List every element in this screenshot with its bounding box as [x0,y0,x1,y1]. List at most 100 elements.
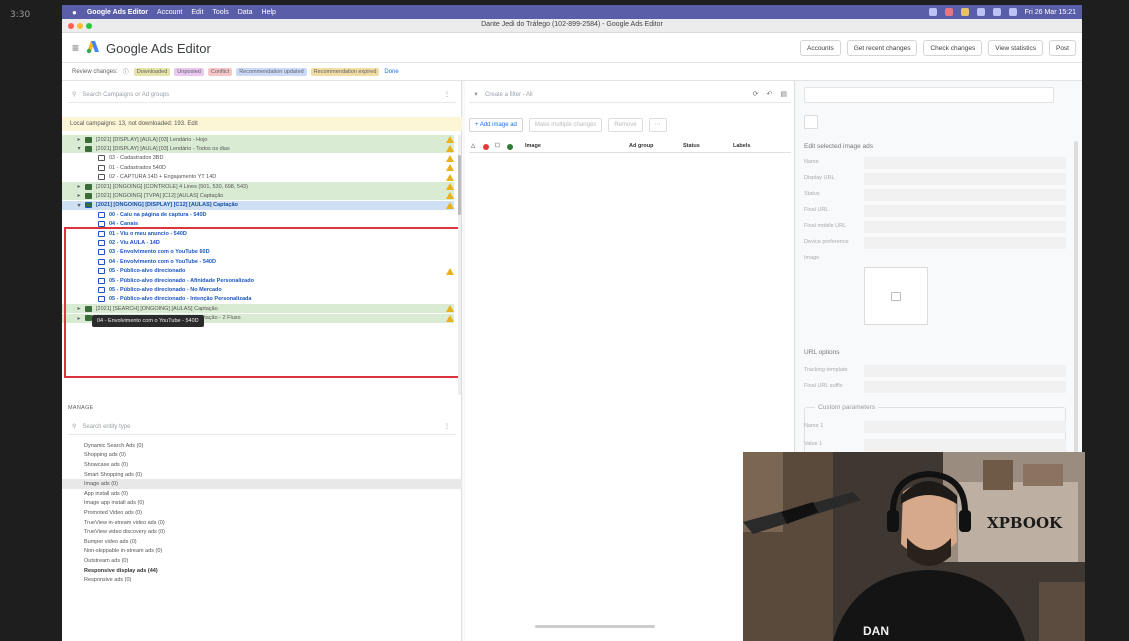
post-button[interactable]: Post [1048,40,1076,56]
columns-icon[interactable]: ▤ [780,90,787,98]
edit-tab[interactable] [804,115,818,129]
ad-group-row[interactable]: 03 - Cadastrados 3BD [62,154,454,163]
more-options-icon[interactable]: ⋮ [444,423,450,430]
history-icon[interactable]: ⟳ [753,90,759,98]
ad-group-row[interactable]: 05 - Público-alvo direcionado - Afinidad… [62,276,454,285]
warning-icon[interactable] [446,154,454,162]
col-image[interactable]: Image [525,143,541,149]
entity-type-item[interactable]: Outstream ads (0) [62,556,462,566]
warning-icon[interactable] [446,305,454,313]
entity-type-item[interactable]: Smart Shopping ads (0) [62,470,462,480]
review-chip[interactable]: Downloaded [133,67,171,76]
ad-group-row[interactable]: 05 - Público-alvo direcionado - Intenção… [62,295,454,304]
status-col-icon[interactable] [507,144,513,150]
campaign-row[interactable]: ▸ [2021] [ONGOING] [CONTROLE] 4 Lines (50… [62,182,454,191]
menu-data[interactable]: Data [238,9,253,16]
entity-type-item[interactable]: TrueView in-stream video ads (0) [62,518,462,528]
col-labels[interactable]: Labels [733,143,750,149]
record-icon[interactable] [944,8,953,16]
field-input[interactable] [864,439,1066,451]
entity-type-item[interactable]: Responsive display ads (44) [62,566,462,576]
warning-col-icon[interactable]: △ [471,143,475,149]
ad-group-row[interactable]: 01 - Viu o meu anuncio - 540D [62,229,454,238]
control-center-icon[interactable] [1008,8,1017,16]
warning-icon[interactable] [446,136,454,143]
ad-group-row[interactable]: 00 - Caiu na página de captura - 540D [62,210,454,219]
col-ad-group[interactable]: Ad group [629,143,653,149]
expand-toggle-icon[interactable]: ▾ [76,145,82,152]
entity-type-item[interactable]: App install ads (0) [62,489,462,499]
entity-type-item[interactable]: Image app install ads (0) [62,499,462,509]
entity-type-item[interactable]: Bumper video ads (0) [62,537,462,547]
image-placeholder[interactable] [864,267,928,325]
undo-icon[interactable]: ↶ [767,90,773,98]
ad-group-row[interactable]: 03 - Envolvimento com o YouTube 60D [62,248,454,257]
entity-type-item[interactable]: TrueView video discovery ads (0) [62,527,462,537]
error-col-icon[interactable] [483,144,489,150]
wifi-icon[interactable] [976,8,985,16]
review-chip[interactable]: Recommendation expired [310,67,380,76]
ad-group-row[interactable]: 04 - Envolvimento com o YouTube - 540D [62,257,454,266]
add-image-ad-button[interactable]: + Add image ad [469,118,523,132]
ad-group-row[interactable]: 05 - Público-alvo direcionado - No Merca… [62,285,454,294]
field-input[interactable] [864,221,1066,233]
field-input[interactable] [864,173,1066,185]
filter-bar[interactable]: ▼ Create a filter - All ⟳ ↶ ▤ [469,87,791,103]
warning-icon[interactable] [446,267,454,275]
warning-icon[interactable] [446,173,454,181]
warning-icon[interactable] [446,183,454,190]
expand-toggle-icon[interactable]: ▸ [76,183,82,190]
warning-icon[interactable] [446,201,454,209]
menu-edit[interactable]: Edit [191,9,203,16]
get-recent-changes-button[interactable]: Get recent changes [846,40,918,56]
menu-account[interactable]: Account [157,9,182,16]
warning-icon[interactable] [446,164,454,172]
warning-icon[interactable] [446,314,454,322]
field-input[interactable] [864,421,1066,433]
campaign-search-input[interactable]: Search Campaigns or Ad groups [82,92,169,98]
field-input[interactable] [864,381,1066,393]
campaign-row[interactable]: ▾ [2021] [ONGOING] [DISPLAY] [C12] [AULAS… [62,200,454,210]
hamburger-menu-icon[interactable]: ≡ [72,41,79,55]
view-statistics-button[interactable]: View statistics [988,40,1043,56]
ad-group-row[interactable]: 02 - CAPTURA 14D + Engajamento YT 14D [62,173,454,182]
menu-help[interactable]: Help [262,9,276,16]
ad-group-row[interactable]: 04 - Canais [62,220,454,229]
field-input[interactable] [864,157,1066,169]
entity-type-item[interactable]: Showcase ads (0) [62,460,462,470]
ad-group-row[interactable]: 02 - Viu AULA - 14D [62,238,454,247]
menu-tools[interactable]: Tools [212,9,228,16]
campaign-search[interactable]: ⚲ Search Campaigns or Ad groups ⋮ [68,87,456,103]
entity-type-item[interactable]: Image ads (0) [62,479,462,489]
campaign-row[interactable]: ▸ [2021] [DISPLAY] [AULA] [03] Lendário -… [62,135,454,144]
warning-icon[interactable] [446,145,454,153]
entity-search[interactable]: ⚲ Search entity type ⋮ [68,419,456,435]
menubar-clock[interactable]: Fri 26 Mar 15:21 [1025,9,1076,16]
campaign-row[interactable]: ▸ [2021] [SEARCH] [ONGOING] [AULAS] Capta… [62,304,454,314]
done-link[interactable]: Done [384,69,398,75]
help-icon[interactable]: ⓘ [123,67,129,76]
more-button[interactable]: ⋯ [648,118,667,132]
apple-icon[interactable]: ● [72,8,77,17]
remove-button[interactable]: Remove [608,118,643,132]
review-chip[interactable]: Unposted [174,67,204,76]
entity-type-item[interactable]: Dynamic Search Ads (0) [62,441,462,451]
edit-panel-search[interactable] [804,87,1054,103]
tree-scrollbar[interactable] [458,135,461,395]
col-status[interactable]: Status [683,143,700,149]
expand-toggle-icon[interactable]: ▸ [76,305,82,312]
entity-search-input[interactable]: Search entity type [82,424,130,430]
entity-type-item[interactable]: Shopping ads (0) [62,451,462,461]
review-chip[interactable]: Conflict [207,67,233,76]
review-chip[interactable]: Recommendation updated [236,67,307,76]
expand-toggle-icon[interactable]: ▸ [76,136,82,143]
field-input[interactable] [864,205,1066,217]
edit-col-icon[interactable]: ☐ [495,143,500,149]
expand-toggle-icon[interactable]: ▸ [76,315,82,322]
notes-icon[interactable] [960,8,969,16]
filter-input[interactable]: Create a filter - All [485,92,533,98]
search-icon[interactable] [992,8,1001,16]
entity-type-item[interactable]: Non-skippable in-stream ads (0) [62,547,462,557]
field-input[interactable] [864,365,1066,377]
check-changes-button[interactable]: Check changes [923,40,983,56]
